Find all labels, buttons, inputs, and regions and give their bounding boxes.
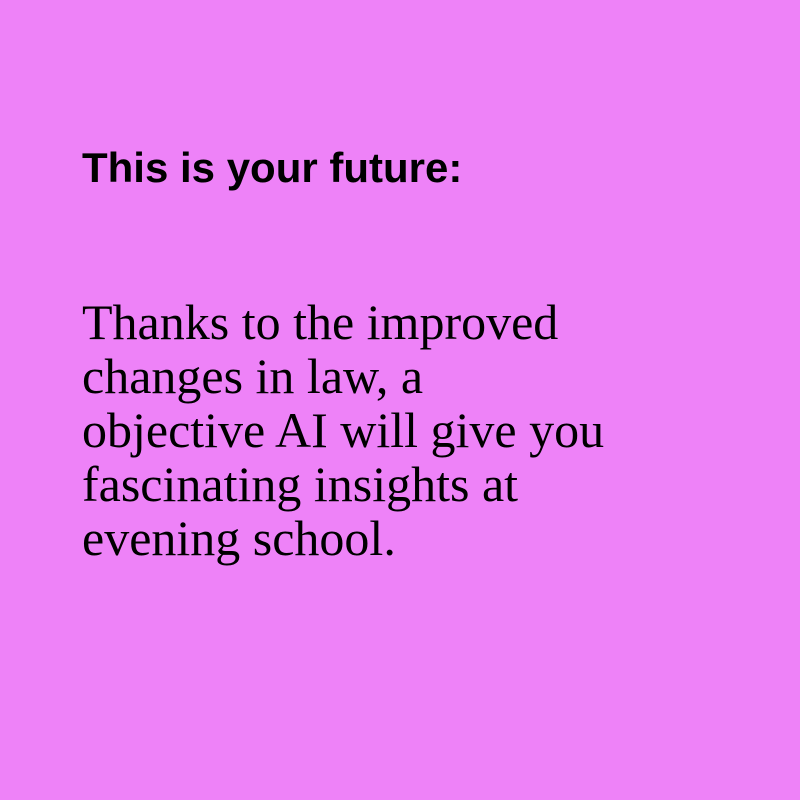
body-line-4: fascinating insights at — [82, 456, 519, 512]
poster-heading: This is your future: — [82, 144, 463, 191]
body-line-2: changes in law, a — [82, 348, 424, 404]
body-line-3: objective AI will give you — [82, 402, 605, 458]
poster-canvas: This is your future: Thanks to the impro… — [0, 0, 800, 800]
body-line-1: Thanks to the improved — [82, 294, 559, 350]
poster-body-text: Thanks to the improved changes in law, a… — [82, 295, 604, 565]
body-line-5: evening school. — [82, 510, 396, 566]
